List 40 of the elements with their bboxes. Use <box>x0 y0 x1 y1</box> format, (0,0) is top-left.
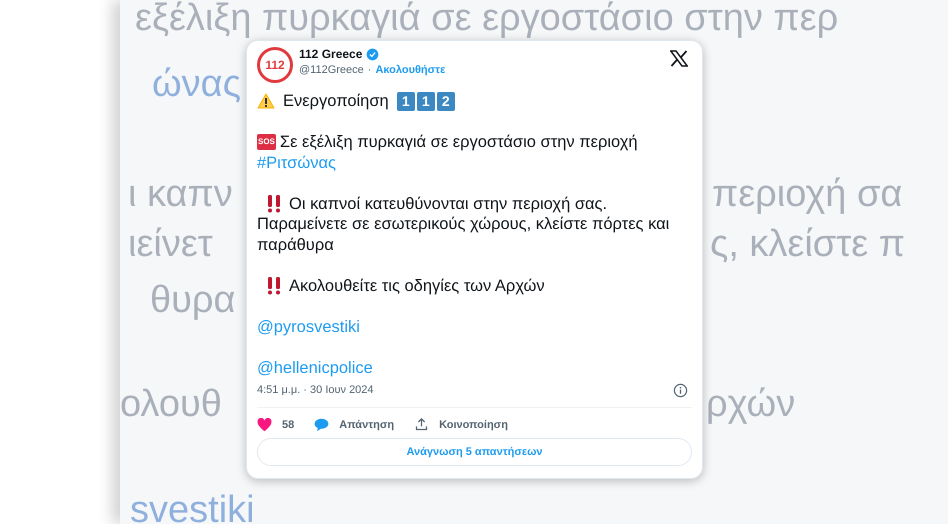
account-name: 112 Greece <box>299 46 362 62</box>
blurred-text: ολουθ <box>120 382 222 426</box>
mention-link[interactable]: @pyrosvestiki <box>257 318 360 336</box>
info-icon[interactable] <box>673 382 688 398</box>
tweet-text: Ακολουθείτε τις οδηγίες των Αρχών <box>289 276 545 296</box>
hashtag-link[interactable]: #Ριτσώνας <box>257 154 336 172</box>
blurred-text: ιείνετ <box>128 222 213 266</box>
sos-badge: SOS <box>257 134 276 150</box>
blurred-text: περιοχή σα <box>712 172 902 216</box>
separator-dot: · <box>368 63 372 78</box>
avatar-logo: 112 <box>257 47 293 83</box>
blurred-text: ώνας <box>152 62 241 106</box>
follow-link[interactable]: Ακολουθήστε <box>375 62 446 78</box>
warning-icon <box>257 93 275 110</box>
tweet-text: Σε εξέλιξη πυρκαγιά σε εργοστάσιο στην περιοχή <box>280 132 638 152</box>
blurred-text: ς, κλείστε π <box>710 222 905 266</box>
keycap-digit: 2 <box>436 92 455 111</box>
blurred-text: εξέλιξη πυρκαγιά σε εργοστάσιο στην περ <box>135 0 838 40</box>
like-action[interactable]: 58 <box>257 416 294 433</box>
mention-link[interactable]: @hellenicpolice <box>257 358 373 376</box>
read-replies-button[interactable]: Ανάγνωση 5 απαντήσεων <box>257 438 692 466</box>
keycap-digit: 1 <box>396 92 415 111</box>
blurred-text: θυρα <box>150 278 236 322</box>
heart-icon <box>257 418 272 432</box>
double-exclamation-icon <box>267 194 281 213</box>
share-action[interactable]: Κοινοποίηση <box>414 416 508 433</box>
tweet-text: Παραμείνετε σε εσωτερικούς χώρους, κλείστε πόρτες και παράθυρα <box>257 214 670 255</box>
speech-bubble-icon <box>314 418 330 432</box>
reply-action[interactable]: Απάντηση <box>314 416 394 433</box>
tweet-text: Ενεργοποίηση <box>283 91 389 112</box>
tweet-text: Οι καπνοί κατευθύνονται στην περιοχή σας. <box>289 194 608 214</box>
share-icon <box>414 417 430 432</box>
double-exclamation-icon <box>267 276 281 295</box>
keycap-digit: 1 <box>416 92 435 111</box>
x-logo-icon[interactable] <box>670 50 688 67</box>
blurred-text: ι καπν <box>128 172 233 216</box>
blurred-text: svestiki <box>130 488 255 524</box>
blurred-text: ρχών <box>706 382 796 426</box>
timestamp[interactable]: 4:51 μ.μ. · 30 Ιουν 2024 <box>257 382 374 398</box>
account-handle: @112Greece <box>299 63 364 78</box>
